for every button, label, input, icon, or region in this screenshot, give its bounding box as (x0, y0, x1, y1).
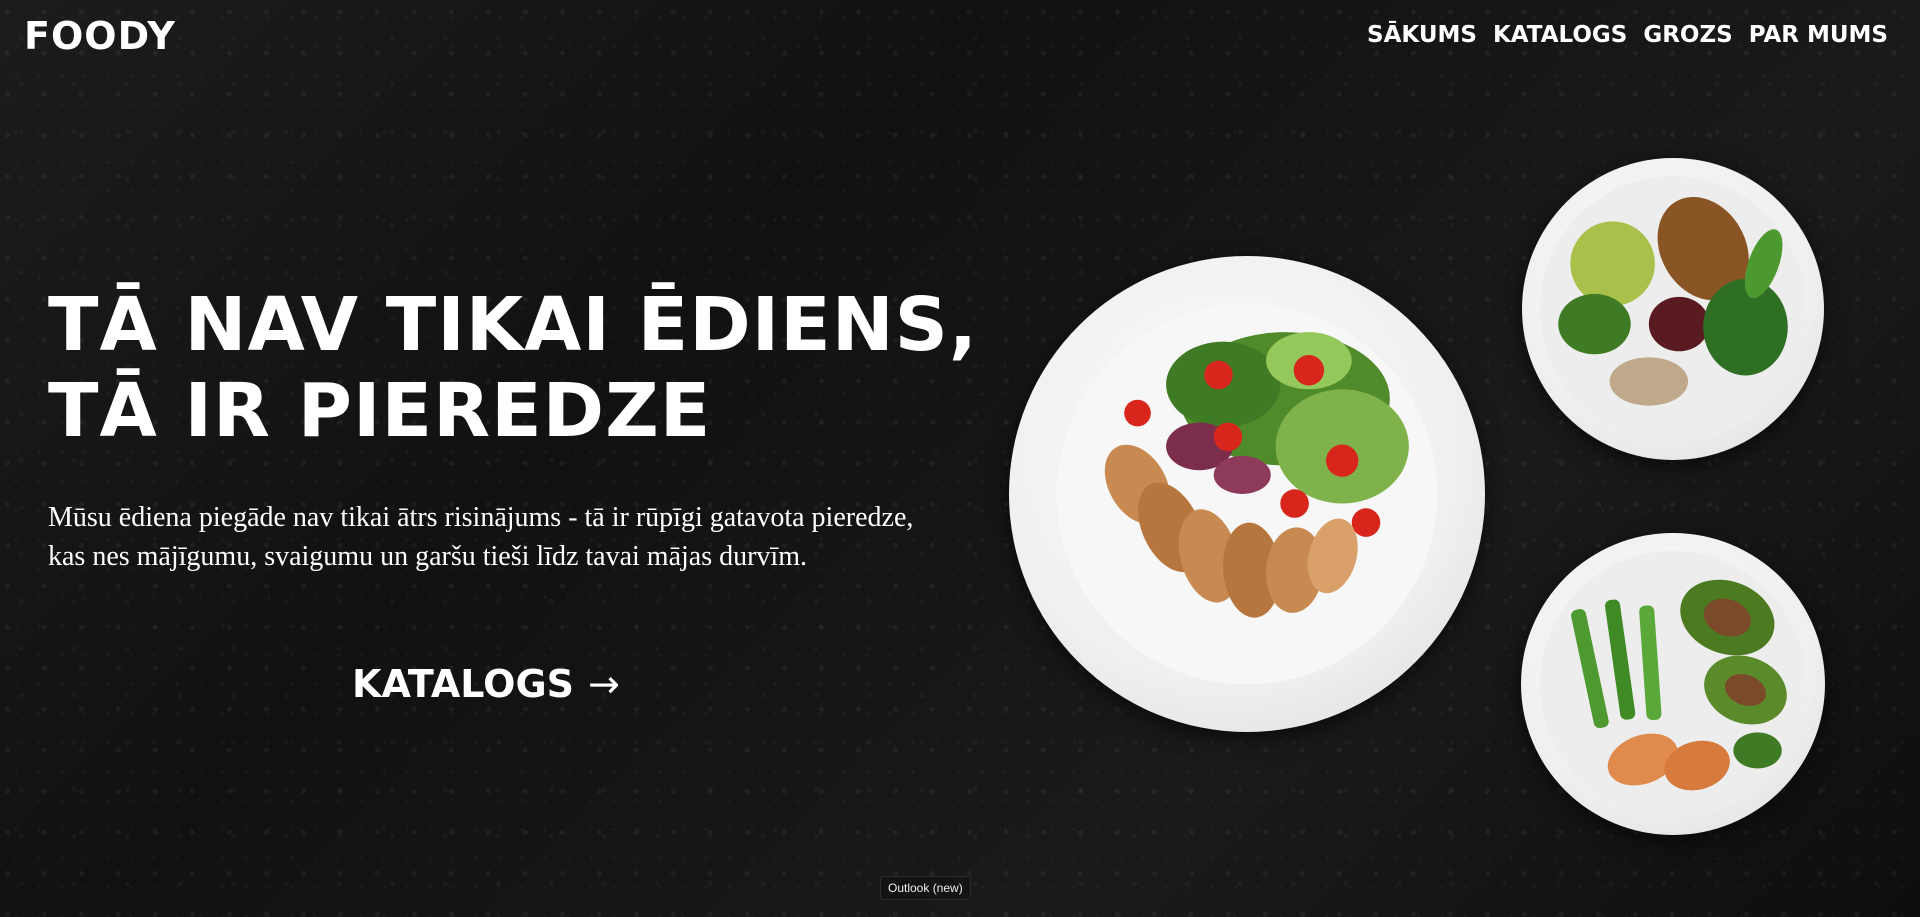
hero-headline-line2: TĀ IR PIEREDZE (48, 368, 712, 454)
nav-item-par-mums[interactable]: PAR MUMS (1749, 22, 1888, 48)
catalog-cta-label: KATALOGS (352, 662, 575, 706)
nav-item-grozs[interactable]: GROZS (1643, 22, 1732, 48)
bowl-chicken-beans-illustration (1540, 176, 1806, 442)
taskbar-tooltip: Outlook (new) (880, 876, 971, 900)
arrow-right-icon: → (588, 662, 620, 706)
hero-headline: TĀ NAV TIKAI ĒDIENS, TĀ IR PIEREDZE (48, 282, 978, 454)
chicken-salad-illustration (1056, 303, 1438, 685)
nav-item-katalogs[interactable]: KATALOGS (1493, 22, 1627, 48)
hero-description: Mūsu ēdiena piegāde nav tikai ātrs risin… (48, 502, 914, 572)
catalog-cta-button[interactable]: KATALOGS → (352, 662, 620, 706)
bowl-avocado-asparagus-illustration (1540, 551, 1806, 817)
main-nav: SĀKUMS KATALOGS GROZS PAR MUMS (1367, 22, 1888, 48)
nav-item-sakums[interactable]: SĀKUMS (1367, 22, 1477, 48)
food-image-chicken-salad (1009, 256, 1485, 732)
hero-headline-line1: TĀ NAV TIKAI ĒDIENS, (48, 282, 979, 368)
logo[interactable]: FOODY (24, 14, 176, 58)
food-image-bowl-avocado-asparagus (1521, 533, 1825, 835)
food-image-bowl-chicken-beans (1522, 158, 1824, 460)
